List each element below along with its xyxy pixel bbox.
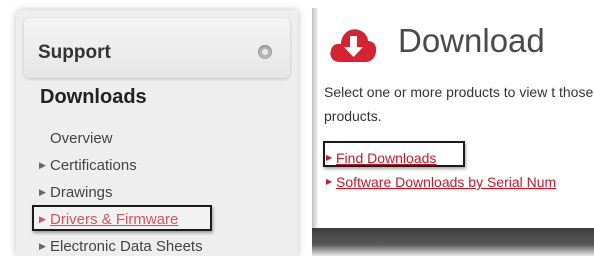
intro-text: Select one or more products to view t th… [324,84,594,124]
page-title: Download [398,22,545,59]
bullet-arrow-icon: ▶ [39,214,46,224]
support-header[interactable]: Support [24,18,290,78]
main-content: Download Select one or more products to … [312,8,594,256]
circle-toggle-icon[interactable] [258,45,272,59]
sidebar-item-electronic-data-sheets[interactable]: ▶ Electronic Data Sheets [38,233,288,256]
sidebar-item-label: Drawings [50,184,113,201]
link-label: Software Downloads by Serial Num [336,174,557,190]
sidebar-item-label: Drivers & Firmware [50,211,179,228]
sidebar-item-drawings[interactable]: ▶ Drawings [38,179,288,206]
support-title: Support [38,42,111,63]
sidebar-item-label: Certifications [50,157,137,174]
link-label: Find Downloads [336,150,437,166]
software-downloads-link[interactable]: ▶ Software Downloads by Serial Num [326,170,594,194]
sidebar-item-drivers-firmware[interactable]: ▶ Drivers & Firmware [38,206,288,233]
sidebar-item-certifications[interactable]: ▶ Certifications [38,152,288,179]
sidebar-item-label: Overview [50,130,113,147]
download-links: ▶ Find Downloads ▶ Software Downloads by… [326,146,594,194]
bullet-arrow-icon: ▶ [326,153,333,162]
footer-bar [312,228,594,256]
bullet-arrow-icon: ▶ [39,160,46,170]
bullet-arrow-icon: ▶ [39,187,46,197]
sidebar-item-overview[interactable]: Overview [38,125,288,152]
sidebar: Support Downloads Overview ▶ Certificati… [16,10,298,256]
bullet-arrow-icon: ▶ [326,177,333,186]
downloads-heading: Downloads [40,86,147,108]
panel-shadow [312,8,319,256]
sidebar-nav: Overview ▶ Certifications ▶ Drawings ▶ D… [38,125,288,256]
find-downloads-link[interactable]: ▶ Find Downloads [326,146,594,170]
bullet-arrow-icon: ▶ [39,241,46,251]
sidebar-item-label: Electronic Data Sheets [50,238,203,255]
cloud-download-icon [330,29,377,62]
